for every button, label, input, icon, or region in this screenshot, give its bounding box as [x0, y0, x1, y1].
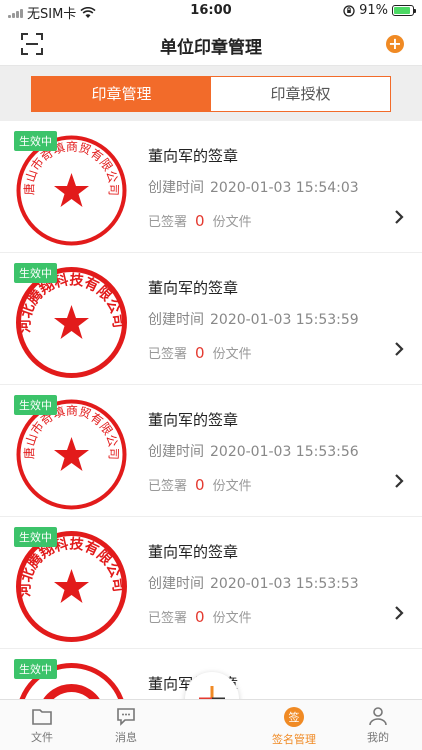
- signed-count-row: 已签署 0 份文件: [148, 211, 252, 231]
- sign-icon: 签: [284, 707, 304, 727]
- status-right: 91%: [343, 3, 416, 18]
- seal-list-item[interactable]: 唐山市奇填商贸有限公司 生效中 董向军的签章 创建时间 2020-01-03 15…: [0, 121, 422, 253]
- chevron-right-icon[interactable]: [394, 341, 404, 357]
- signed-count-row: 已签署 0 份文件: [148, 475, 252, 495]
- svg-text:签: 签: [289, 710, 300, 724]
- profile-icon: [369, 707, 387, 726]
- seal-list-item[interactable]: 唐山市奇填商贸有限公司 生效中 董向军的签章 创建时间 2020-01-03 15…: [0, 385, 422, 517]
- status-badge: 生效中: [14, 527, 57, 547]
- tab-seal-management[interactable]: 印章管理: [32, 77, 211, 111]
- created-time: 创建时间 2020-01-03 15:53:56: [148, 444, 359, 460]
- chevron-right-icon[interactable]: [394, 605, 404, 621]
- status-badge: 生效中: [14, 131, 57, 151]
- created-time: 创建时间 2020-01-03 15:53:53: [148, 576, 359, 592]
- tab-messages[interactable]: 消息: [96, 706, 156, 745]
- status-badge: 生效中: [14, 659, 57, 679]
- folder-icon: [32, 709, 52, 725]
- battery-icon: [392, 5, 416, 16]
- orientation-lock-icon: [343, 4, 355, 17]
- tab-seal-authorization[interactable]: 印章授权: [211, 77, 390, 111]
- battery-percent: 91%: [359, 3, 388, 18]
- segment-bar: 印章管理 印章授权: [0, 66, 422, 121]
- chevron-right-icon[interactable]: [394, 473, 404, 489]
- created-time: 创建时间 2020-01-03 15:54:03: [148, 180, 359, 196]
- seal-name: 董向军的签章: [148, 411, 239, 429]
- tab-signature-management[interactable]: 签 签名管理: [264, 706, 324, 747]
- seal-name: 董向军的签章: [148, 543, 239, 561]
- tab-files[interactable]: 文件: [12, 706, 72, 745]
- status-badge: 生效中: [14, 263, 57, 283]
- message-icon: [117, 708, 135, 726]
- add-seal-button[interactable]: +: [386, 35, 404, 53]
- seal-list: 唐山市奇填商贸有限公司 生效中 董向军的签章 创建时间 2020-01-03 15…: [0, 121, 422, 699]
- nav-bar: 单位印章管理 +: [0, 22, 422, 66]
- status-badge: 生效中: [14, 395, 57, 415]
- signed-count-row: 已签署 0 份文件: [148, 343, 252, 363]
- signed-count-row: 已签署 0 份文件: [148, 607, 252, 627]
- page-title: 单位印章管理: [160, 38, 262, 58]
- seal-list-item[interactable]: 河北腾翔科技有限公司 生效中 董向军的签章 创建时间 2020-01-03 15:…: [0, 253, 422, 385]
- seal-name: 董向军的签章: [148, 147, 239, 165]
- tab-profile[interactable]: 我的: [348, 706, 408, 745]
- chevron-right-icon[interactable]: [394, 209, 404, 225]
- seal-name: 董向军的签章: [148, 279, 239, 297]
- status-bar: 无SIM卡 16:00 91%: [0, 0, 422, 22]
- bottom-tab-bar: 文件 消息 签 签名管理 我的: [0, 699, 422, 750]
- segmented-control: 印章管理 印章授权: [31, 76, 391, 112]
- created-time: 创建时间 2020-01-03 15:53:59: [148, 312, 359, 328]
- seal-list-item[interactable]: 河北腾翔科技有限公司 生效中 董向军的签章 创建时间 2020-01-03 15:…: [0, 517, 422, 649]
